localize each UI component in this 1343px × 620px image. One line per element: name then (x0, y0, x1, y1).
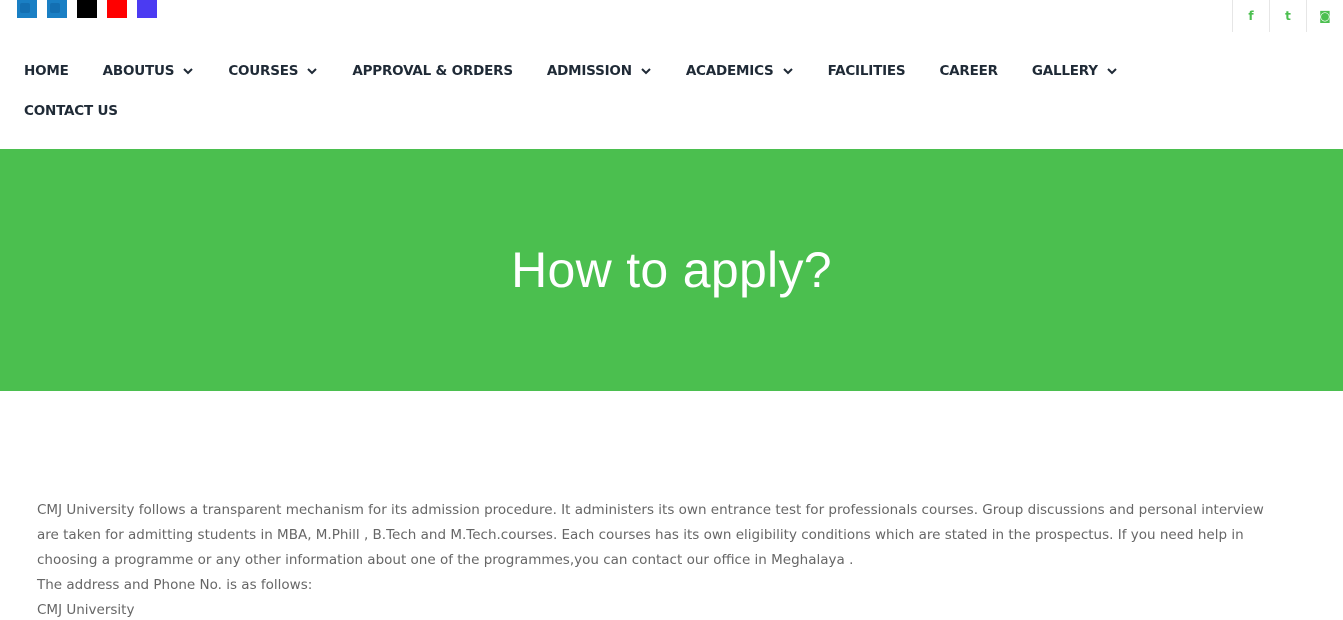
chevron-down-icon (782, 68, 793, 75)
nav-label: CONTACT US (24, 103, 118, 119)
nav-item-home[interactable]: HOME (24, 63, 69, 79)
nav-label: HOME (24, 63, 69, 79)
chevron-down-icon (307, 68, 318, 75)
linkedin-icon[interactable] (17, 0, 37, 18)
address-heading: The address and Phone No. is as follows: (37, 577, 313, 593)
nav-label: CAREER (939, 63, 998, 79)
nav-label: GALLERY (1031, 63, 1098, 79)
nav-label: FACILITIES (827, 63, 906, 79)
main-content: CMJ University follows a transparent mec… (37, 498, 1287, 620)
nav-label: ADMISSION (546, 63, 632, 79)
page-hero: How to apply? (0, 149, 1343, 391)
nav-item-academics[interactable]: ACADEMICS (686, 63, 794, 79)
main-nav: HOME ABOUTUS COURSES APPROVAL & ORDERS A… (24, 58, 1324, 124)
nav-label: COURSES (228, 63, 299, 79)
social-links: f t ◙ (1232, 0, 1343, 32)
nav-item-courses[interactable]: COURSES (228, 63, 318, 79)
instagram-icon[interactable]: ◙ (1306, 0, 1343, 32)
organization-name: CMJ University (37, 602, 135, 618)
social-square-icon[interactable] (137, 0, 157, 18)
nav-item-approval-orders[interactable]: APPROVAL & ORDERS (352, 63, 513, 79)
nav-item-facilities[interactable]: FACILITIES (828, 63, 906, 79)
social-square-icon[interactable] (77, 0, 97, 18)
intro-paragraph: CMJ University follows a transparent mec… (37, 502, 1264, 568)
chevron-down-icon (641, 68, 651, 75)
linkedin-icon[interactable] (47, 0, 67, 18)
nav-row: HOME ABOUTUS COURSES APPROVAL & ORDERS A… (24, 58, 1324, 84)
chevron-down-icon (183, 68, 194, 75)
nav-label: ABOUTUS (102, 63, 175, 79)
nav-row: CONTACT US (24, 98, 1324, 124)
nav-item-career[interactable]: CAREER (939, 63, 998, 79)
nav-item-aboutus[interactable]: ABOUTUS (103, 63, 195, 79)
facebook-icon[interactable]: f (1232, 0, 1269, 32)
nav-label: ACADEMICS (685, 63, 774, 79)
twitter-icon[interactable]: t (1269, 0, 1306, 32)
nav-label: APPROVAL & ORDERS (352, 63, 513, 79)
nav-item-admission[interactable]: ADMISSION (547, 63, 652, 79)
nav-item-contact-us[interactable]: CONTACT US (24, 103, 118, 119)
page-title: How to apply? (511, 242, 832, 298)
chevron-down-icon (1107, 68, 1117, 75)
youtube-icon[interactable] (107, 0, 127, 18)
top-bar: f t ◙ (0, 0, 1343, 32)
nav-item-gallery[interactable]: GALLERY (1032, 63, 1118, 79)
